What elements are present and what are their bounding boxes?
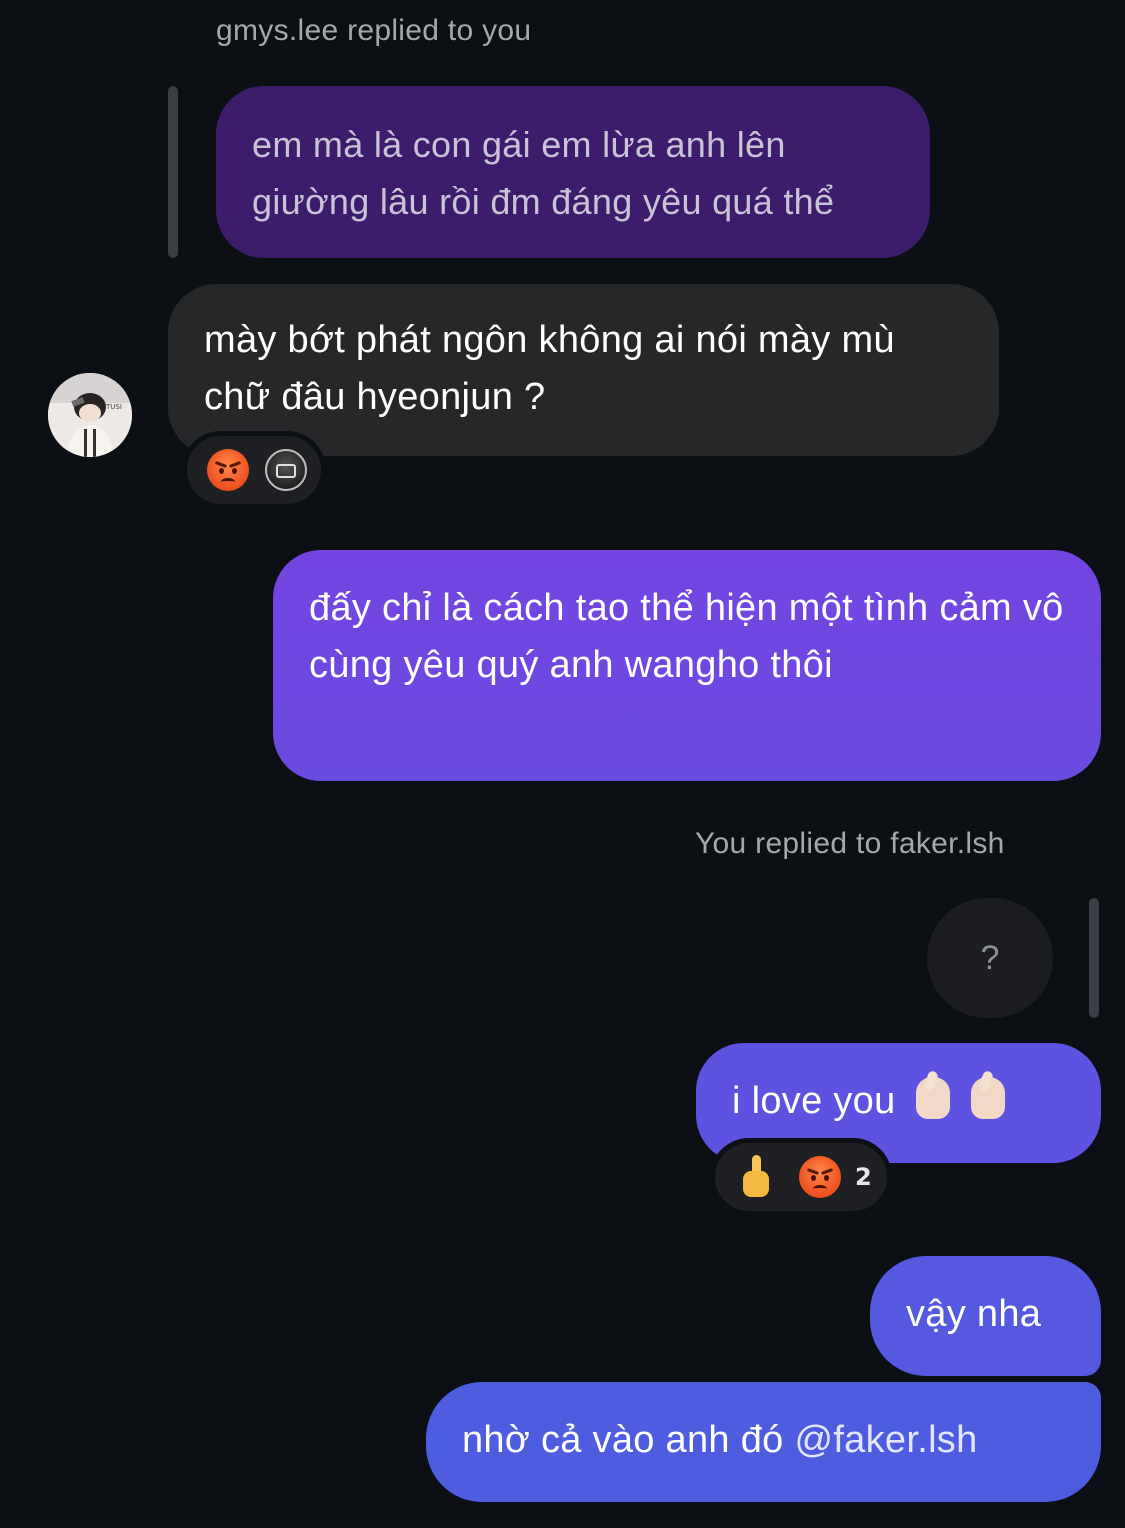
angry-face-icon: [207, 449, 249, 491]
user-mention-link[interactable]: @faker.lsh: [794, 1419, 977, 1461]
quoted-message-bubble[interactable]: em mà là con gái em lừa anh lên giường l…: [216, 86, 930, 258]
reply-caption: gmys.lee replied to you: [216, 14, 532, 47]
message-reactions[interactable]: [182, 431, 326, 509]
message-text: i love you: [732, 1080, 896, 1122]
reply-indicator-bar: [168, 86, 178, 258]
finger-heart-icon: [916, 1077, 951, 1119]
outgoing-message-bubble[interactable]: đấy chỉ là cách tao thể hiện một tình cả…: [273, 550, 1101, 781]
message-text: nhờ cả vào anh đó: [462, 1419, 795, 1461]
reaction-count: 2: [855, 1163, 872, 1191]
finger-heart-icon: [971, 1077, 1006, 1119]
middle-finger-icon: [741, 1155, 771, 1199]
message-reactions[interactable]: 2: [710, 1138, 892, 1216]
sender-avatar[interactable]: TUSI: [48, 373, 132, 457]
svg-text:TUSI: TUSI: [105, 403, 122, 411]
quoted-reply-bubble[interactable]: ?: [927, 898, 1053, 1018]
outgoing-message-bubble[interactable]: nhờ cả vào anh đó @faker.lsh: [426, 1382, 1101, 1502]
avatar-image: TUSI: [48, 373, 132, 457]
reactor-avatar-icon: [265, 449, 307, 491]
reply-indicator-bar: [1089, 898, 1099, 1018]
angry-face-icon: [799, 1156, 841, 1198]
incoming-message-bubble[interactable]: mày bớt phát ngôn không ai nói mày mù ch…: [168, 284, 999, 456]
reply-caption: You replied to faker.lsh: [695, 827, 1005, 860]
outgoing-message-bubble[interactable]: vậy nha: [870, 1256, 1101, 1376]
